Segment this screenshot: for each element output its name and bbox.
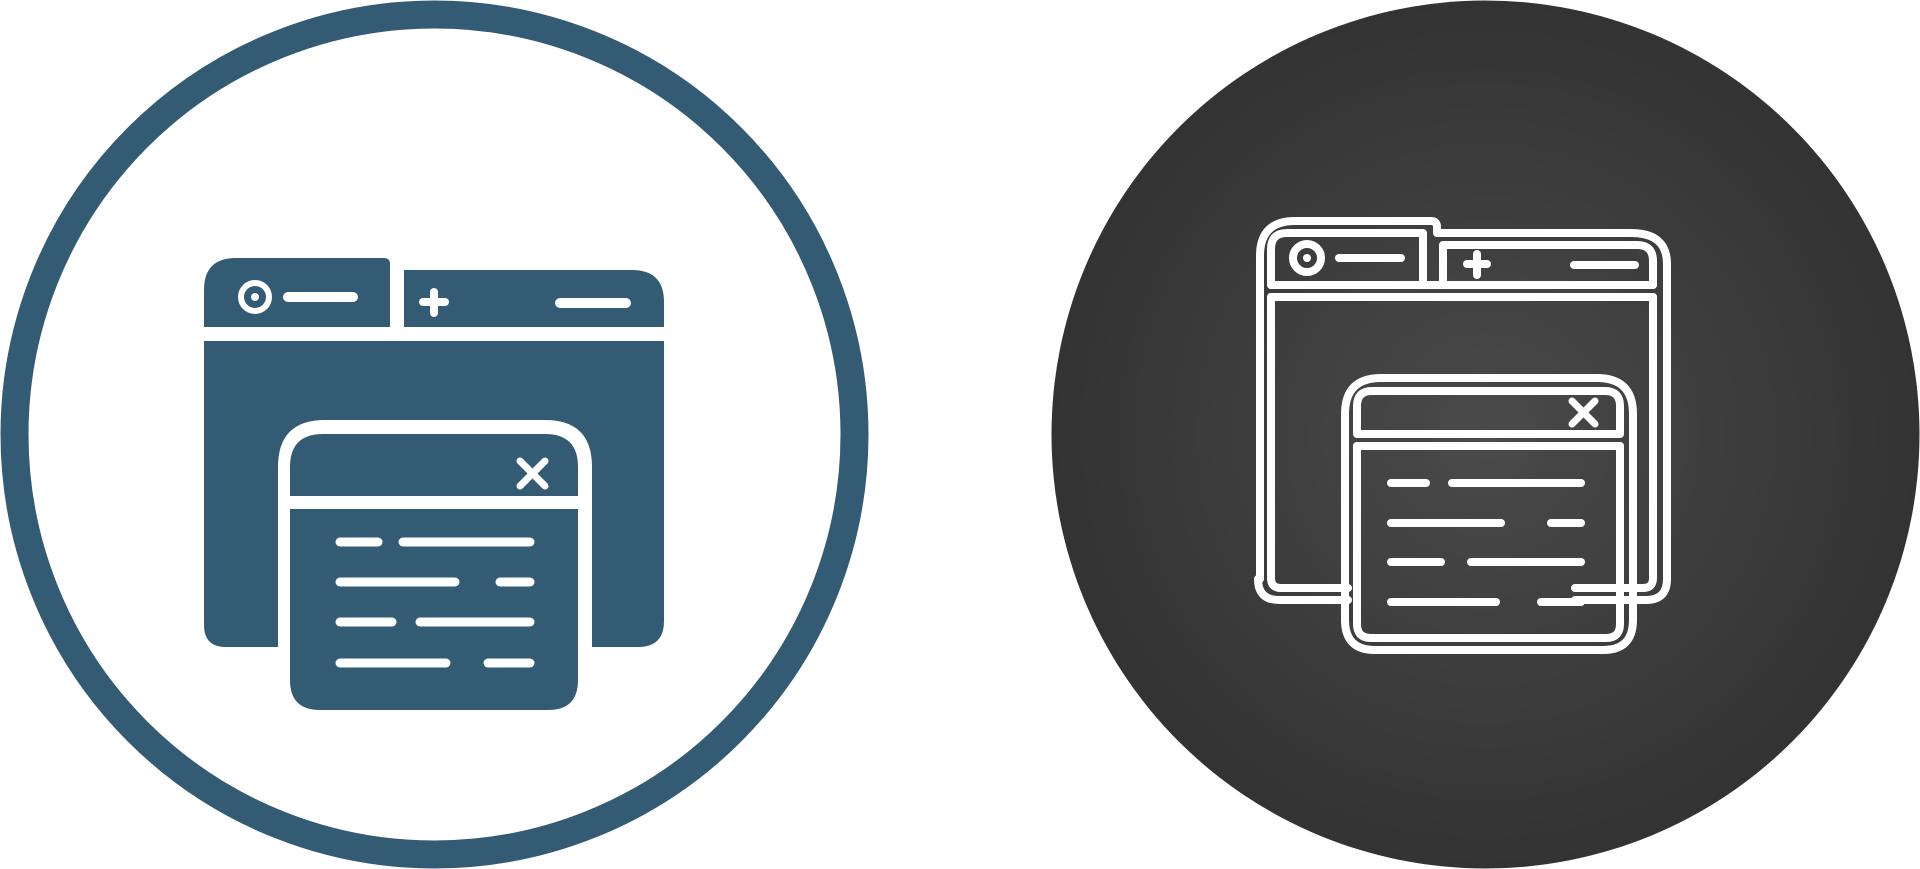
icon-pair-canvas <box>0 0 1920 869</box>
front-title-bar <box>290 434 578 496</box>
browser-windows-line-icon <box>1051 0 1920 869</box>
glyph-icon-badge <box>0 0 869 869</box>
browser-windows-glyph-icon <box>0 0 869 869</box>
line-icon-badge <box>1051 0 1920 869</box>
